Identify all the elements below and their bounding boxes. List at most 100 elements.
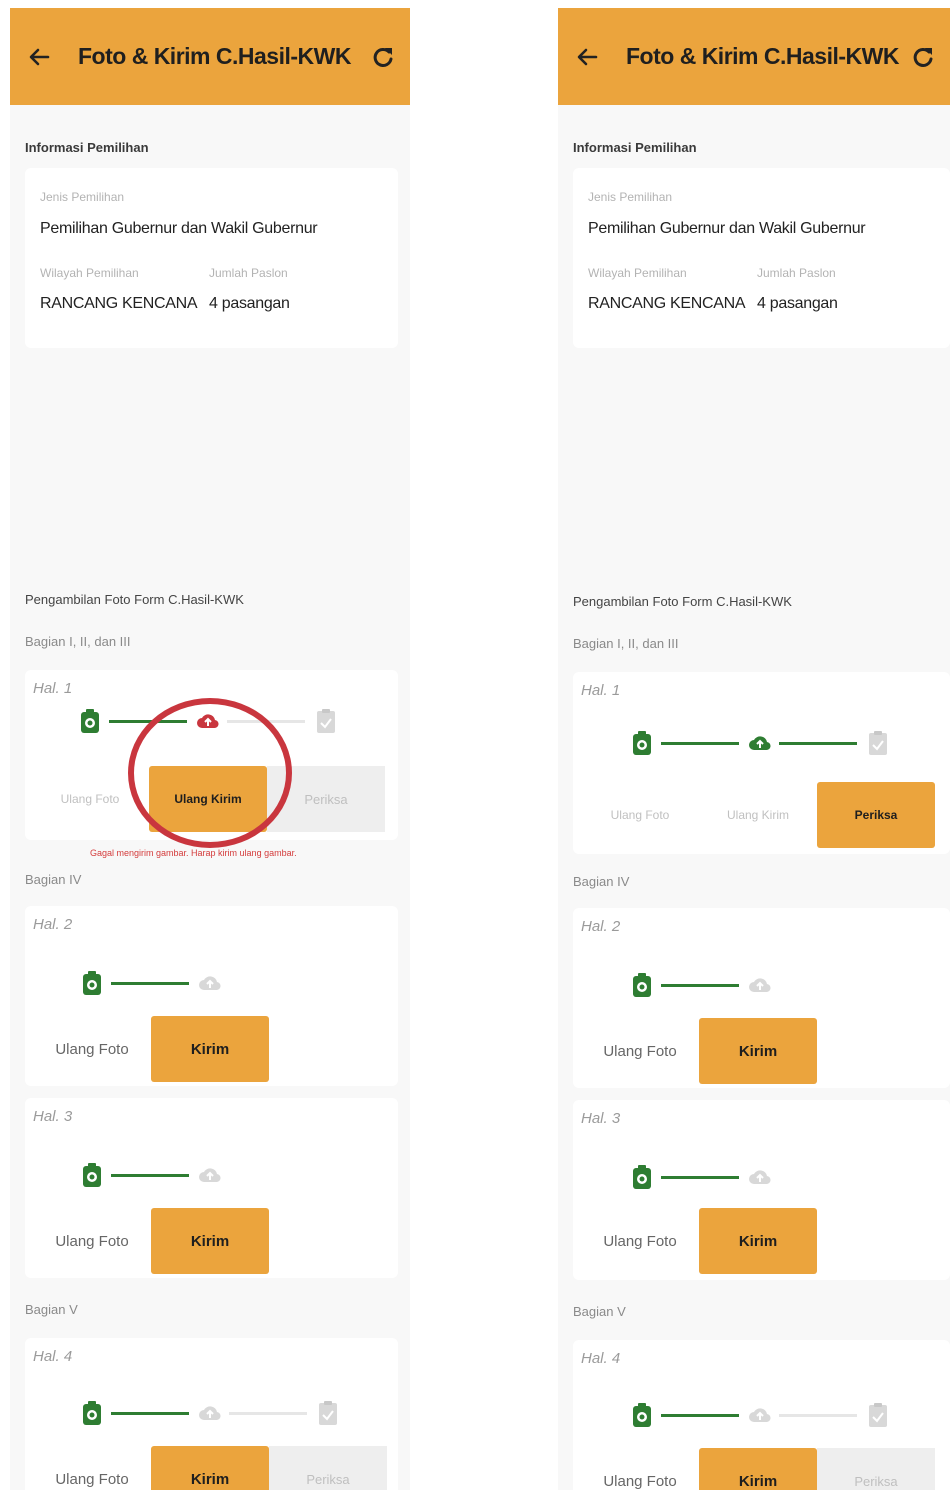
- action-buttons: Ulang Foto Kirim: [33, 1016, 269, 1082]
- group-label: Bagian IV: [25, 872, 82, 887]
- upload-cloud-icon: [747, 970, 773, 1000]
- back-arrow-icon[interactable]: [576, 44, 602, 70]
- wilayah-label: Wilayah Pemilihan: [588, 266, 687, 280]
- phone-screen-right: Foto & Kirim C.Hasil-KWK Informasi Pemil…: [558, 8, 950, 1490]
- retake-photo-button[interactable]: Ulang Foto: [581, 782, 699, 848]
- page-number-label: Hal. 4: [33, 1348, 73, 1365]
- page-number-label: Hal. 1: [581, 682, 621, 699]
- jenis-label: Jenis Pemilihan: [40, 190, 125, 204]
- step-connector: [111, 982, 189, 985]
- send-button[interactable]: Kirim: [151, 1208, 269, 1274]
- page-title: Foto & Kirim C.Hasil-KWK: [626, 43, 899, 69]
- step-connector: [779, 742, 857, 745]
- upload-cloud-icon: [747, 728, 773, 758]
- action-buttons: Ulang Foto Kirim Periksa: [581, 1448, 935, 1490]
- action-buttons: Ulang Foto Kirim: [33, 1208, 269, 1274]
- wilayah-value: RANCANG KENCANA: [588, 295, 746, 312]
- upload-cloud-icon: [197, 1398, 223, 1428]
- retake-photo-button[interactable]: Ulang Foto: [581, 1208, 699, 1274]
- send-button[interactable]: Kirim: [699, 1448, 817, 1490]
- refresh-icon[interactable]: [370, 44, 396, 70]
- progress-stepper: [629, 1400, 899, 1430]
- clipboard-check-icon: [865, 1400, 891, 1430]
- paslon-value: 4 pasangan: [757, 295, 838, 312]
- step-connector: [779, 1414, 857, 1417]
- page-card-hal-3: Hal. 3 Ulang Foto Kirim: [573, 1100, 950, 1280]
- progress-stepper: [79, 1160, 239, 1190]
- action-buttons: Ulang Foto Kirim Periksa: [33, 1446, 387, 1490]
- progress-stepper: [629, 728, 899, 758]
- step-connector: [661, 742, 739, 745]
- clipboard-check-icon: [315, 1398, 341, 1428]
- clipboard-check-icon: [313, 706, 339, 736]
- wilayah-label: Wilayah Pemilihan: [40, 266, 139, 280]
- camera-icon: [629, 1162, 655, 1192]
- camera-icon: [629, 1400, 655, 1430]
- step-connector: [661, 1414, 739, 1417]
- retake-photo-button[interactable]: Ulang Foto: [33, 1016, 151, 1082]
- paslon-label: Jumlah Paslon: [209, 266, 288, 280]
- refresh-icon[interactable]: [910, 44, 936, 70]
- upload-cloud-icon: [197, 968, 223, 998]
- back-arrow-icon[interactable]: [28, 44, 54, 70]
- wilayah-value: RANCANG KENCANA: [40, 295, 198, 312]
- page-number-label: Hal. 1: [33, 680, 73, 697]
- retake-photo-button[interactable]: Ulang Foto: [581, 1018, 699, 1084]
- resend-button[interactable]: Ulang Kirim: [699, 782, 817, 848]
- clipboard-check-icon: [865, 728, 891, 758]
- progress-stepper: [79, 968, 239, 998]
- paslon-value: 4 pasangan: [209, 295, 290, 312]
- camera-icon: [79, 1398, 105, 1428]
- retake-photo-button[interactable]: Ulang Foto: [33, 1446, 151, 1490]
- check-button[interactable]: Periksa: [817, 782, 935, 848]
- jenis-value: Pemilihan Gubernur dan Wakil Gubernur: [588, 220, 866, 237]
- jenis-label: Jenis Pemilihan: [588, 190, 673, 204]
- paslon-label: Jumlah Paslon: [757, 266, 836, 280]
- info-section-title: Informasi Pemilihan: [573, 140, 697, 155]
- action-buttons: Ulang Foto Ulang Kirim Periksa: [581, 782, 935, 848]
- step-connector: [111, 1412, 189, 1415]
- page-card-hal-3: Hal. 3 Ulang Foto Kirim: [25, 1098, 398, 1278]
- page-title: Foto & Kirim C.Hasil-KWK: [78, 43, 351, 69]
- step-connector: [229, 1412, 307, 1415]
- upload-cloud-icon: [747, 1400, 773, 1430]
- election-info-card: Jenis Pemilihan Pemilihan Gubernur dan W…: [573, 168, 950, 348]
- send-button[interactable]: Kirim: [151, 1016, 269, 1082]
- page-number-label: Hal. 2: [581, 918, 621, 935]
- jenis-value: Pemilihan Gubernur dan Wakil Gubernur: [40, 220, 318, 237]
- camera-icon: [629, 728, 655, 758]
- info-section-title: Informasi Pemilihan: [25, 140, 149, 155]
- progress-stepper: [629, 970, 789, 1000]
- action-buttons: Ulang Foto Kirim: [581, 1018, 817, 1084]
- camera-icon: [629, 970, 655, 1000]
- phone-screen-left: Foto & Kirim C.Hasil-KWK Informasi Pemil…: [10, 8, 410, 1490]
- page-number-label: Hal. 3: [581, 1110, 621, 1127]
- photo-section-title: Pengambilan Foto Form C.Hasil-KWK: [25, 592, 244, 607]
- upload-cloud-icon: [197, 1160, 223, 1190]
- send-button[interactable]: Kirim: [699, 1208, 817, 1274]
- retake-photo-button[interactable]: Ulang Foto: [581, 1448, 699, 1490]
- page-number-label: Hal. 2: [33, 916, 73, 933]
- election-info-card: Jenis Pemilihan Pemilihan Gubernur dan W…: [25, 168, 398, 348]
- group-label: Bagian I, II, dan III: [573, 636, 679, 651]
- upload-cloud-icon: [747, 1162, 773, 1192]
- group-label: Bagian V: [573, 1304, 626, 1319]
- send-error-message: Gagal mengirim gambar. Harap kirim ulang…: [90, 848, 297, 858]
- page-card-hal-2: Hal. 2 Ulang Foto Kirim: [25, 906, 398, 1086]
- progress-stepper: [629, 1162, 789, 1192]
- check-button[interactable]: Periksa: [817, 1448, 935, 1490]
- page-number-label: Hal. 3: [33, 1108, 73, 1125]
- camera-icon: [79, 968, 105, 998]
- send-button[interactable]: Kirim: [699, 1018, 817, 1084]
- retake-photo-button[interactable]: Ulang Foto: [33, 1208, 151, 1274]
- send-button[interactable]: Kirim: [151, 1446, 269, 1490]
- progress-stepper: [79, 1398, 349, 1428]
- page-card-hal-4: Hal. 4 Ulang Foto Kirim Periksa: [573, 1340, 950, 1490]
- check-button[interactable]: Periksa: [269, 1446, 387, 1490]
- camera-icon: [77, 706, 103, 736]
- group-label: Bagian V: [25, 1302, 78, 1317]
- group-label: Bagian I, II, dan III: [25, 634, 131, 649]
- group-label: Bagian IV: [573, 874, 630, 889]
- app-bar: Foto & Kirim C.Hasil-KWK: [10, 8, 410, 105]
- highlight-annotation: [128, 698, 292, 848]
